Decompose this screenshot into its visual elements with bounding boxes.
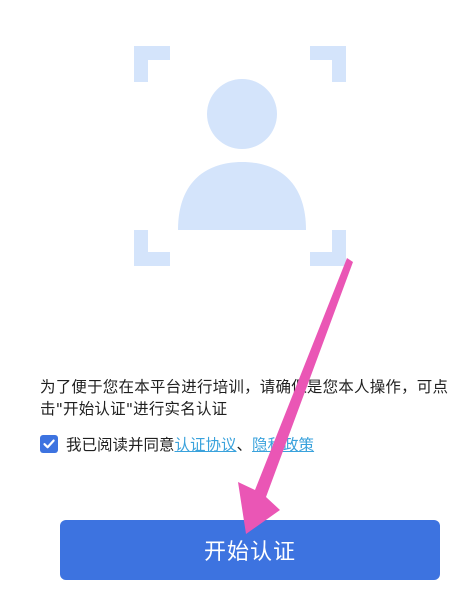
privacy-policy-link[interactable]: 隐私政策 xyxy=(252,433,314,455)
verification-notice: 为了便于您在本平台进行培训，请确保是您本人操作，可点击"开始认证"进行实名认证 xyxy=(40,378,449,418)
certification-agreement-link[interactable]: 认证协议 xyxy=(175,433,237,455)
corner-bottom-right-v xyxy=(332,230,346,266)
agree-checkbox[interactable] xyxy=(40,435,58,453)
corner-top-left-v xyxy=(134,46,148,82)
face-scan-illustration-icon xyxy=(134,46,346,266)
agreement-prefix: 我已阅读并同意 xyxy=(66,436,175,454)
person-body-shape xyxy=(178,162,306,230)
start-verification-button[interactable]: 开始认证 xyxy=(60,520,440,580)
corner-top-right-v xyxy=(332,46,346,82)
check-icon xyxy=(43,439,55,449)
person-head-shape xyxy=(207,79,277,149)
agreement-row: 我已阅读并同意 认证协议 、 隐私政策 xyxy=(40,432,314,456)
corner-bottom-left-v xyxy=(134,230,148,266)
agreement-separator: 、 xyxy=(236,436,253,454)
